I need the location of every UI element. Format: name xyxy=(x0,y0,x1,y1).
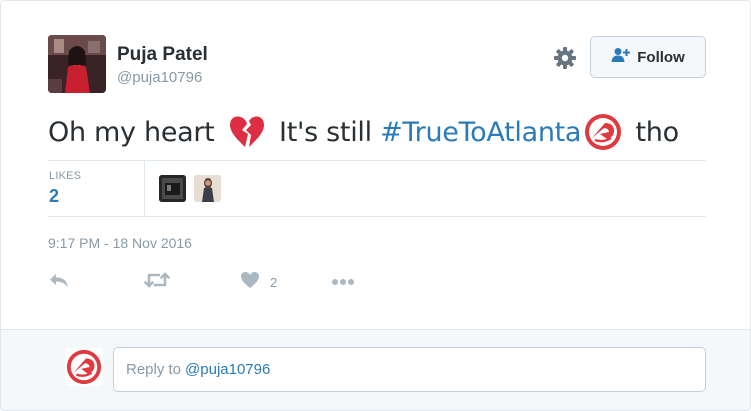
retweet-icon xyxy=(144,271,170,294)
tweet-text-middle: It's still xyxy=(270,116,381,148)
reply-placeholder-mention: @puja10796 xyxy=(185,361,271,378)
reply-input[interactable]: Reply to @puja10796 xyxy=(113,347,706,392)
likes-label: LIKES xyxy=(49,170,82,182)
hawks-avatar[interactable] xyxy=(65,348,103,386)
tweet-timestamp[interactable]: 9:17 PM - 18 Nov 2016 xyxy=(48,235,192,251)
tweet-text-end: tho xyxy=(627,116,679,148)
hashtag-link[interactable]: #TrueToAtlanta xyxy=(380,117,581,148)
liker-avatar[interactable] xyxy=(194,175,221,202)
tweet-card: Puja Patel @puja10796 Follow Oh my heart… xyxy=(0,0,751,411)
tweet-text-start: Oh my heart xyxy=(48,116,223,148)
like-button[interactable]: 2 xyxy=(240,271,277,293)
user-handle[interactable]: @puja10796 xyxy=(117,69,202,86)
retweet-button[interactable] xyxy=(144,271,170,293)
more-icon xyxy=(331,273,355,291)
more-button[interactable] xyxy=(331,271,355,293)
divider xyxy=(48,216,706,217)
gear-icon[interactable] xyxy=(552,45,578,71)
like-count: 2 xyxy=(270,274,278,290)
reply-placeholder-prefix: Reply to xyxy=(126,361,182,378)
follow-button[interactable]: Follow xyxy=(590,36,706,78)
liker-avatar[interactable] xyxy=(159,175,186,202)
follow-label: Follow xyxy=(637,48,685,66)
broken-heart-icon xyxy=(227,112,267,152)
hawks-logo-icon xyxy=(583,112,623,152)
user-avatar[interactable] xyxy=(48,35,106,93)
reply-button[interactable] xyxy=(48,271,70,293)
heart-icon xyxy=(240,271,260,294)
add-user-icon xyxy=(611,47,631,68)
likes-count[interactable]: 2 xyxy=(49,186,59,207)
tweet-text: Oh my heart It's still #TrueToAtlanta th… xyxy=(48,110,679,154)
user-name[interactable]: Puja Patel xyxy=(117,44,208,66)
divider xyxy=(48,160,706,161)
stats-divider xyxy=(144,161,145,216)
reply-icon xyxy=(48,271,70,294)
